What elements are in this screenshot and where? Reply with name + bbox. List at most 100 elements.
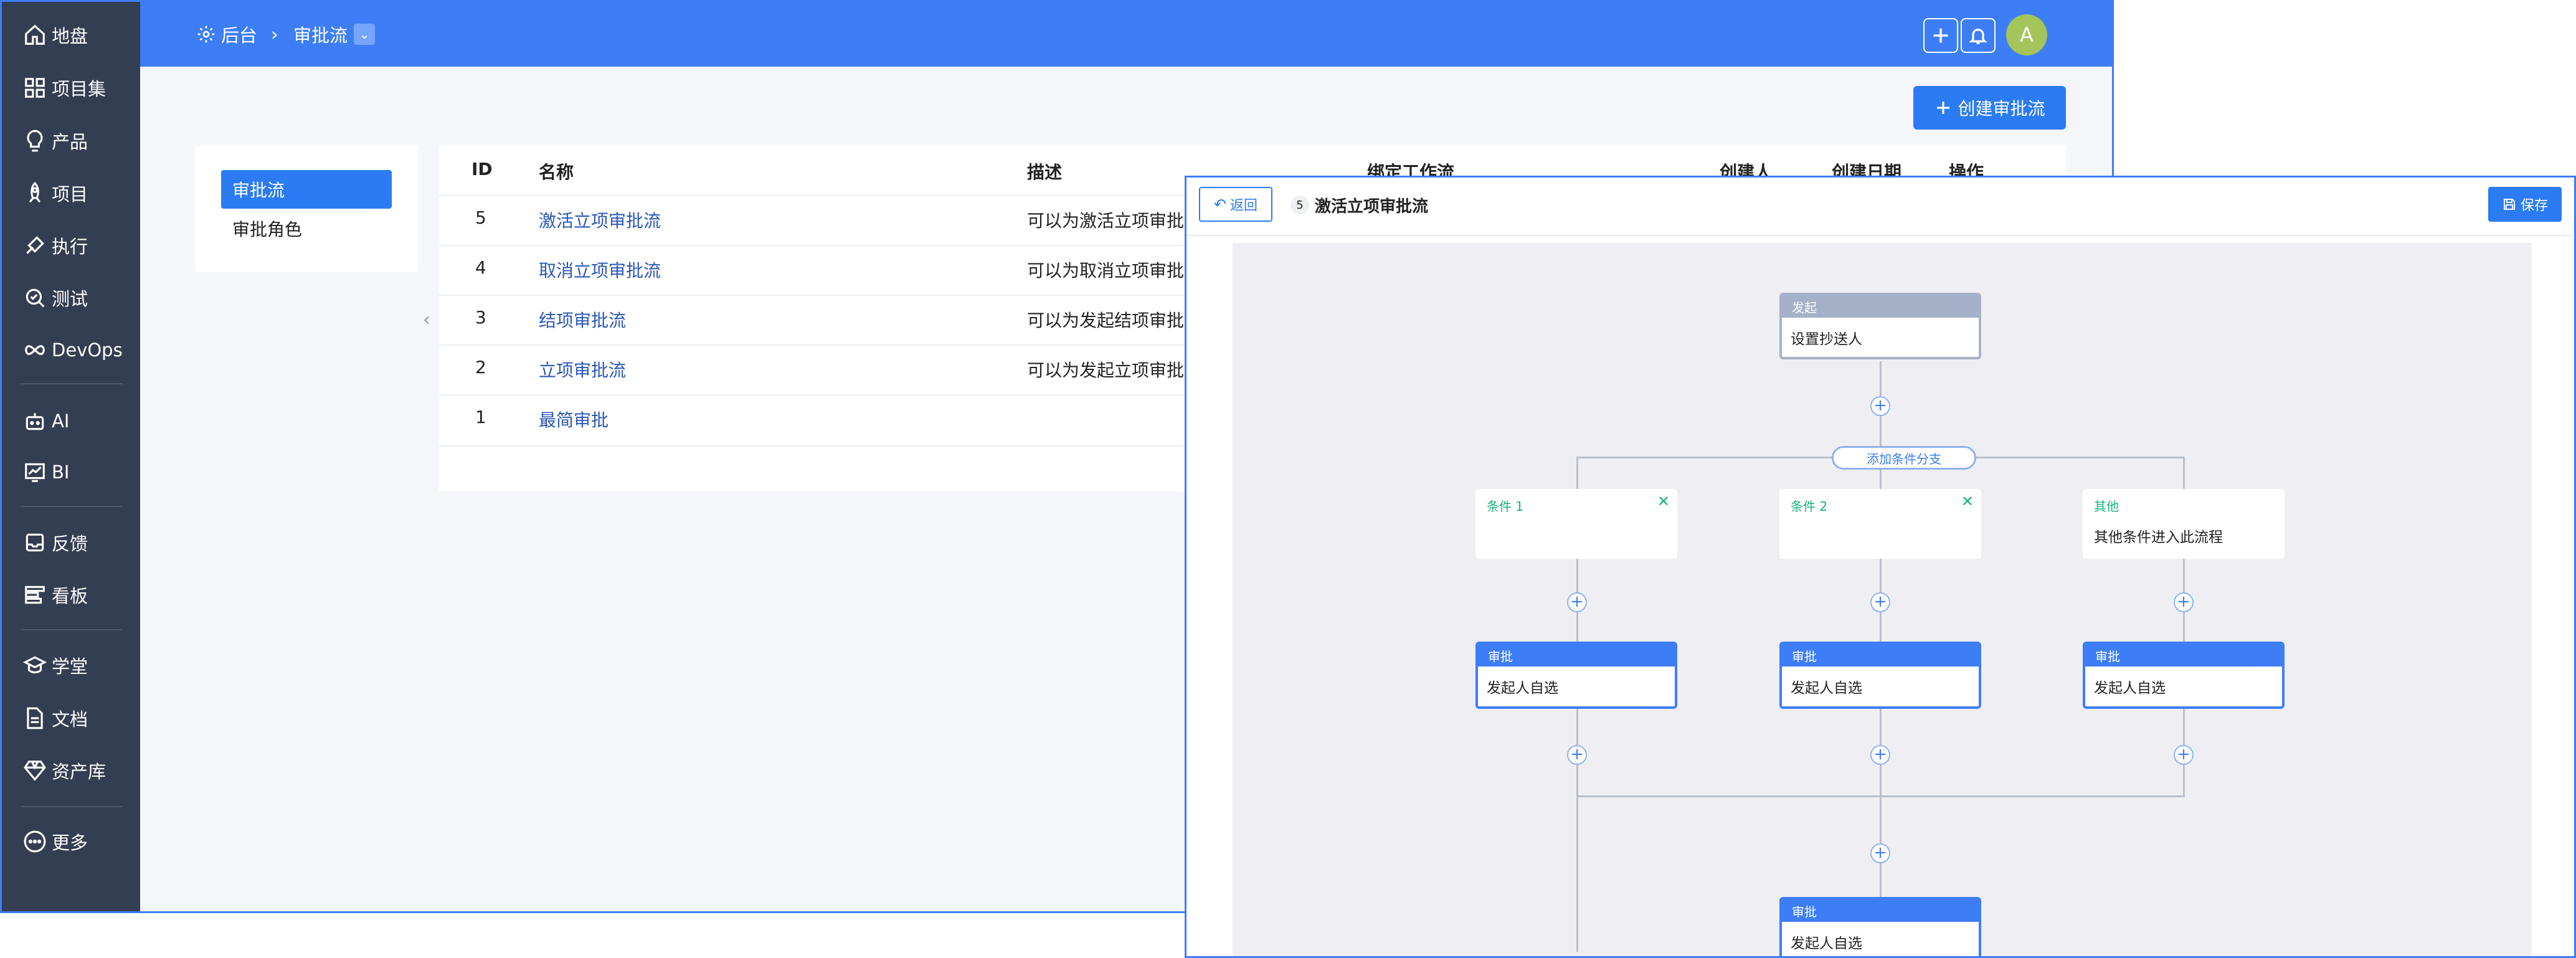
approval-node[interactable]: 审批 发起人自选 bbox=[1779, 642, 1981, 709]
sidebar-divider bbox=[21, 383, 123, 384]
approval-node[interactable]: 审批 发起人自选 bbox=[1475, 642, 1677, 709]
add-node-button[interactable]: + bbox=[1870, 396, 1890, 416]
approval-node[interactable]: 审批 发起人自选 bbox=[1779, 897, 1981, 956]
close-icon[interactable]: ✕ bbox=[1961, 493, 1974, 510]
connector-line bbox=[1576, 795, 2185, 797]
sidebar-item-product[interactable]: 产品 bbox=[23, 122, 88, 159]
row-name-link[interactable]: 结项审批流 bbox=[539, 307, 626, 332]
condition-node[interactable]: 其他 其他条件进入此流程 bbox=[2083, 489, 2285, 559]
row-name-link[interactable]: 激活立项审批流 bbox=[539, 207, 661, 232]
sidebar-item-label: 学堂 bbox=[52, 656, 88, 677]
row-id: 3 bbox=[475, 307, 486, 328]
sidebar-divider bbox=[21, 629, 123, 630]
sidebar-item-ai[interactable]: AI bbox=[23, 402, 69, 440]
sidebar-item-label: AI bbox=[52, 410, 70, 432]
sidebar-item-test[interactable]: 测试 bbox=[23, 279, 88, 316]
back-label: 返回 bbox=[1230, 198, 1258, 214]
approval-node-title: 审批 bbox=[1782, 899, 1979, 922]
add-node-button[interactable]: + bbox=[1870, 592, 1890, 612]
row-desc: 可以为发起立项审批 bbox=[1027, 360, 1185, 381]
subnav-item-approval-flow[interactable]: 审批流 bbox=[221, 170, 392, 209]
save-button[interactable]: 保存 bbox=[2488, 187, 2562, 222]
run-icon bbox=[26, 236, 44, 254]
flow-id-badge: 5 bbox=[1290, 196, 1309, 214]
kanban-icon bbox=[25, 586, 45, 604]
sidebar-item-dashboard[interactable]: 地盘 bbox=[23, 16, 88, 54]
subnav-label: 审批流 bbox=[232, 180, 285, 201]
add-button[interactable] bbox=[1923, 18, 1958, 53]
approval-node-body: 发起人自选 bbox=[1478, 666, 1675, 706]
sidebar-item-more[interactable]: 更多 bbox=[23, 823, 88, 860]
add-node-button[interactable]: + bbox=[1870, 745, 1890, 765]
row-name-link[interactable]: 取消立项审批流 bbox=[539, 257, 661, 282]
sidebar-item-school[interactable]: 学堂 bbox=[23, 647, 88, 684]
close-icon[interactable]: ✕ bbox=[1657, 493, 1670, 510]
sidebar-item-devops[interactable]: DevOps bbox=[23, 331, 123, 369]
sidebar-divider bbox=[21, 506, 123, 507]
sidebar-item-project[interactable]: 项目 bbox=[23, 174, 88, 212]
feedback-icon bbox=[26, 533, 44, 552]
sidebar-divider bbox=[21, 806, 123, 807]
approval-node[interactable]: 审批 发起人自选 bbox=[2083, 642, 2285, 709]
sidebar-item-label: 看板 bbox=[52, 586, 88, 607]
condition-node[interactable]: 条件 2 ✕ bbox=[1779, 489, 1981, 559]
back-button[interactable]: ↶ 返回 bbox=[1199, 187, 1272, 222]
sidebar-item-label: 项目集 bbox=[52, 78, 107, 100]
add-node-button[interactable]: + bbox=[1567, 592, 1587, 612]
start-node-body: 设置抄送人 bbox=[1782, 318, 1979, 357]
column-header-name: 名称 bbox=[539, 162, 574, 183]
breadcrumb-approval-flow[interactable]: 审批流 ⌄ bbox=[293, 21, 376, 48]
chevron-left-icon: ‹ bbox=[423, 308, 430, 331]
create-label: 创建审批流 bbox=[1958, 98, 2045, 119]
add-branch-button[interactable]: 添加条件分支 bbox=[1832, 446, 1976, 470]
add-node-button[interactable]: + bbox=[1567, 745, 1587, 765]
sidebar-item-feedback[interactable]: 反馈 bbox=[23, 524, 88, 561]
bell-icon bbox=[1969, 29, 1987, 44]
avatar[interactable]: A bbox=[2006, 14, 2047, 55]
sidebar-item-execution[interactable]: 执行 bbox=[23, 227, 88, 264]
row-id: 5 bbox=[475, 207, 486, 228]
breadcrumb-current-label: 审批流 bbox=[293, 25, 348, 46]
add-node-button[interactable]: + bbox=[2174, 592, 2194, 612]
sidebar-item-label: 测试 bbox=[52, 288, 88, 310]
top-bar: 后台 › 审批流 ⌄ A bbox=[140, 2, 2112, 67]
infinity-icon bbox=[25, 345, 45, 355]
row-name-link[interactable]: 立项审批流 bbox=[539, 357, 626, 382]
sidebar-item-label: BI bbox=[52, 462, 70, 483]
chart-icon bbox=[25, 463, 45, 482]
sidebar-item-kanban[interactable]: 看板 bbox=[23, 576, 88, 614]
sidebar-item-assets[interactable]: 资产库 bbox=[23, 752, 106, 789]
row-desc: 可以为发起结项审批 bbox=[1027, 310, 1185, 331]
flow-canvas[interactable]: 发起 设置抄送人 + 添加条件分支 条件 1 ✕ 条件 2 ✕ 其他 其他条件进… bbox=[1233, 243, 2532, 956]
sidebar-item-program[interactable]: 项目集 bbox=[23, 69, 106, 107]
sidebar-item-label: 文档 bbox=[52, 709, 88, 730]
avatar-letter: A bbox=[2020, 23, 2034, 47]
condition-node[interactable]: 条件 1 ✕ bbox=[1475, 489, 1677, 559]
sidebar-item-doc[interactable]: 文档 bbox=[23, 700, 88, 737]
create-approval-flow-button[interactable]: 创建审批流 bbox=[1913, 86, 2066, 130]
start-node-title: 发起 bbox=[1782, 295, 1979, 318]
editor-header: ↶ 返回 5 激活立项审批流 保存 bbox=[1186, 178, 2574, 236]
sidebar-item-label: 产品 bbox=[52, 131, 88, 153]
subnav-item-approval-role[interactable]: 审批角色 bbox=[221, 209, 392, 248]
sidebar-item-label: 资产库 bbox=[52, 761, 107, 782]
start-node[interactable]: 发起 设置抄送人 bbox=[1779, 293, 1981, 359]
sidebar-item-bi[interactable]: BI bbox=[23, 453, 69, 491]
row-desc: 可以为激活立项审批 bbox=[1027, 211, 1185, 231]
row-name-link[interactable]: 最简审批 bbox=[539, 407, 608, 432]
flow-id: 5 bbox=[1296, 198, 1304, 212]
add-node-button[interactable]: + bbox=[2174, 745, 2194, 765]
notification-button[interactable] bbox=[1961, 18, 1996, 53]
save-icon bbox=[2503, 199, 2515, 210]
school-icon bbox=[23, 656, 47, 674]
row-desc: 可以为取消立项审批 bbox=[1027, 260, 1185, 281]
add-node-button[interactable]: + bbox=[1870, 843, 1890, 863]
condition-title: 条件 2 bbox=[1791, 499, 1828, 514]
row-id: 4 bbox=[475, 257, 486, 278]
home-icon bbox=[25, 24, 45, 45]
breadcrumb-admin[interactable]: 后台 bbox=[196, 21, 257, 48]
grid-icon bbox=[25, 78, 45, 98]
chevron-down-icon[interactable]: ⌄ bbox=[354, 24, 376, 45]
collapse-toggle[interactable]: ‹ bbox=[418, 301, 435, 338]
sidebar-item-label: 反馈 bbox=[52, 533, 88, 554]
